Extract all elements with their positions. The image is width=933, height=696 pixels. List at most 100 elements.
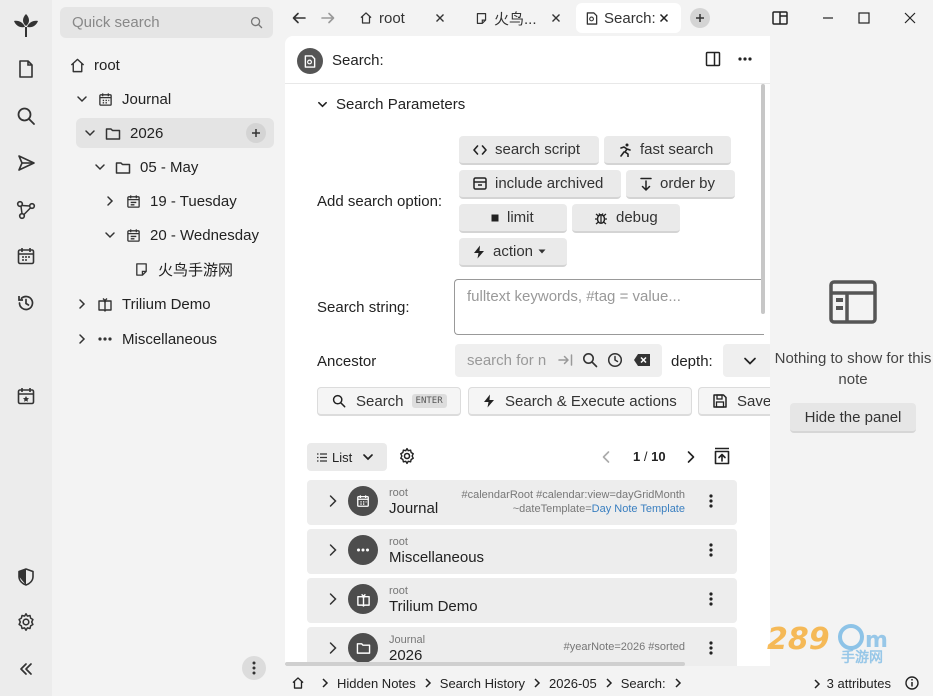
- search-result-row[interactable]: root Trilium Demo: [307, 578, 737, 623]
- tree-node-huoniao[interactable]: 火鸟手游网: [132, 254, 233, 284]
- chevron-right-icon[interactable]: [327, 543, 339, 557]
- split-pane-icon[interactable]: [705, 51, 721, 67]
- calendar-icon[interactable]: [10, 240, 42, 272]
- tree-node-05-may[interactable]: 05 - May: [92, 152, 198, 182]
- app-logo-icon[interactable]: [10, 9, 42, 41]
- day-note-template-link[interactable]: Day Note Template: [592, 503, 685, 515]
- breadcrumb-item[interactable]: 2026-05: [549, 676, 597, 691]
- quick-search-input[interactable]: [60, 7, 245, 38]
- settings-gear-icon[interactable]: [10, 606, 42, 638]
- next-page-icon[interactable]: [685, 450, 697, 464]
- view-mode-select[interactable]: List: [307, 443, 387, 471]
- tab-root[interactable]: root: [349, 3, 457, 33]
- toggle-right-pane-icon[interactable]: [768, 6, 792, 30]
- jump-to-icon[interactable]: [558, 352, 574, 368]
- search-result-row[interactable]: root Journal #calendarRoot #calendar:vie…: [307, 480, 737, 525]
- tree-node-journal[interactable]: Journal: [74, 84, 171, 114]
- search-button[interactable]: Search ENTER: [317, 387, 461, 416]
- keyboard-shortcut: ENTER: [411, 394, 447, 408]
- include-archived-button[interactable]: include archived: [459, 170, 621, 199]
- ancestor-input[interactable]: [455, 344, 555, 377]
- previous-page-icon[interactable]: [600, 450, 612, 464]
- window-close-icon[interactable]: [898, 6, 922, 30]
- minimize-icon[interactable]: [816, 6, 840, 30]
- maximize-icon[interactable]: [852, 6, 876, 30]
- close-icon[interactable]: [657, 11, 671, 25]
- chevron-down-icon[interactable]: [82, 125, 98, 141]
- chevron-right-icon[interactable]: [74, 331, 90, 347]
- save-button[interactable]: Save: [698, 387, 770, 416]
- more-options-icon[interactable]: [709, 543, 713, 557]
- new-note-icon[interactable]: [10, 53, 42, 85]
- chevron-right-icon[interactable]: [327, 494, 339, 508]
- info-icon[interactable]: [905, 676, 919, 690]
- search-note-icon[interactable]: [297, 48, 323, 74]
- clear-icon[interactable]: [633, 352, 651, 368]
- debug-button[interactable]: debug: [572, 204, 680, 233]
- depth-select[interactable]: [723, 344, 770, 377]
- open-in-new-icon[interactable]: [713, 447, 731, 465]
- more-options-icon[interactable]: [709, 494, 713, 508]
- note-title[interactable]: Search:: [332, 52, 384, 69]
- chevron-right-icon[interactable]: [74, 296, 90, 312]
- chevron-right-icon[interactable]: [102, 193, 118, 209]
- chevron-down-icon: [317, 99, 328, 110]
- note-map-icon[interactable]: [10, 194, 42, 226]
- breadcrumb-item[interactable]: Search History: [440, 676, 525, 691]
- tree-node-19-tuesday[interactable]: 19 - Tuesday: [102, 186, 237, 216]
- tree-node-20-wednesday[interactable]: 20 - Wednesday: [102, 220, 259, 250]
- tab-huoniao[interactable]: 火鸟...: [465, 3, 573, 33]
- fast-search-button[interactable]: fast search: [604, 136, 731, 165]
- send-icon[interactable]: [10, 147, 42, 179]
- close-icon[interactable]: [433, 11, 447, 25]
- protected-session-icon[interactable]: [10, 561, 42, 593]
- chevron-down-icon[interactable]: [102, 227, 118, 243]
- chevron-down-icon[interactable]: [74, 91, 90, 107]
- search-icon[interactable]: [10, 100, 42, 132]
- more-options-icon[interactable]: [709, 641, 713, 655]
- new-tab-button[interactable]: [690, 8, 710, 28]
- result-path: root: [389, 585, 408, 597]
- search-and-execute-button[interactable]: Search & Execute actions: [468, 387, 692, 416]
- tree-node-miscellaneous[interactable]: Miscellaneous: [74, 324, 217, 354]
- breadcrumb-item[interactable]: Search:: [621, 676, 666, 691]
- chevron-down-icon[interactable]: [92, 159, 108, 175]
- search-icon[interactable]: [582, 352, 598, 368]
- collapse-sidebar-icon[interactable]: [10, 653, 42, 685]
- tab-search[interactable]: Search:: [576, 3, 681, 33]
- tree-node-trilium-demo[interactable]: Trilium Demo: [74, 289, 211, 319]
- search-icon[interactable]: [250, 16, 263, 29]
- search-parameters-header[interactable]: Search Parameters: [317, 96, 465, 113]
- home-icon: [68, 56, 86, 74]
- today-calendar-icon[interactable]: [10, 380, 42, 412]
- result-settings-gear-icon[interactable]: [398, 447, 416, 465]
- vertical-scrollbar[interactable]: [761, 84, 765, 314]
- limit-button[interactable]: limit: [459, 204, 567, 233]
- search-script-button[interactable]: search script: [459, 136, 599, 165]
- more-options-icon[interactable]: [737, 51, 753, 67]
- add-child-note-button[interactable]: [246, 123, 266, 143]
- attributes-count[interactable]: 3 attributes: [805, 676, 891, 691]
- action-dropdown-button[interactable]: action: [459, 238, 567, 267]
- search-string-input[interactable]: [455, 280, 764, 334]
- back-arrow-icon[interactable]: [290, 9, 308, 27]
- calendar-day-icon: [124, 192, 142, 210]
- result-path: Journal: [389, 634, 426, 646]
- horizontal-scrollbar[interactable]: [285, 662, 685, 666]
- home-icon[interactable]: [291, 676, 305, 690]
- search-result-row[interactable]: Journal 2026 #yearNote=2026 #sorted: [307, 627, 737, 666]
- history-icon[interactable]: [607, 352, 623, 368]
- breadcrumb-item[interactable]: Hidden Notes: [337, 676, 416, 691]
- order-by-button[interactable]: order by: [626, 170, 735, 199]
- forward-arrow-icon[interactable]: [319, 9, 337, 27]
- hide-panel-button[interactable]: Hide the panel: [790, 403, 916, 433]
- close-icon[interactable]: [549, 11, 563, 25]
- tree-menu-button[interactable]: [242, 656, 266, 680]
- chevron-right-icon[interactable]: [327, 592, 339, 606]
- tree-node-2026[interactable]: 2026: [76, 118, 274, 148]
- tree-node-root[interactable]: root: [68, 50, 120, 80]
- chevron-right-icon[interactable]: [327, 641, 339, 655]
- search-result-row[interactable]: root Miscellaneous: [307, 529, 737, 574]
- more-options-icon[interactable]: [709, 592, 713, 606]
- recent-changes-icon[interactable]: [10, 287, 42, 319]
